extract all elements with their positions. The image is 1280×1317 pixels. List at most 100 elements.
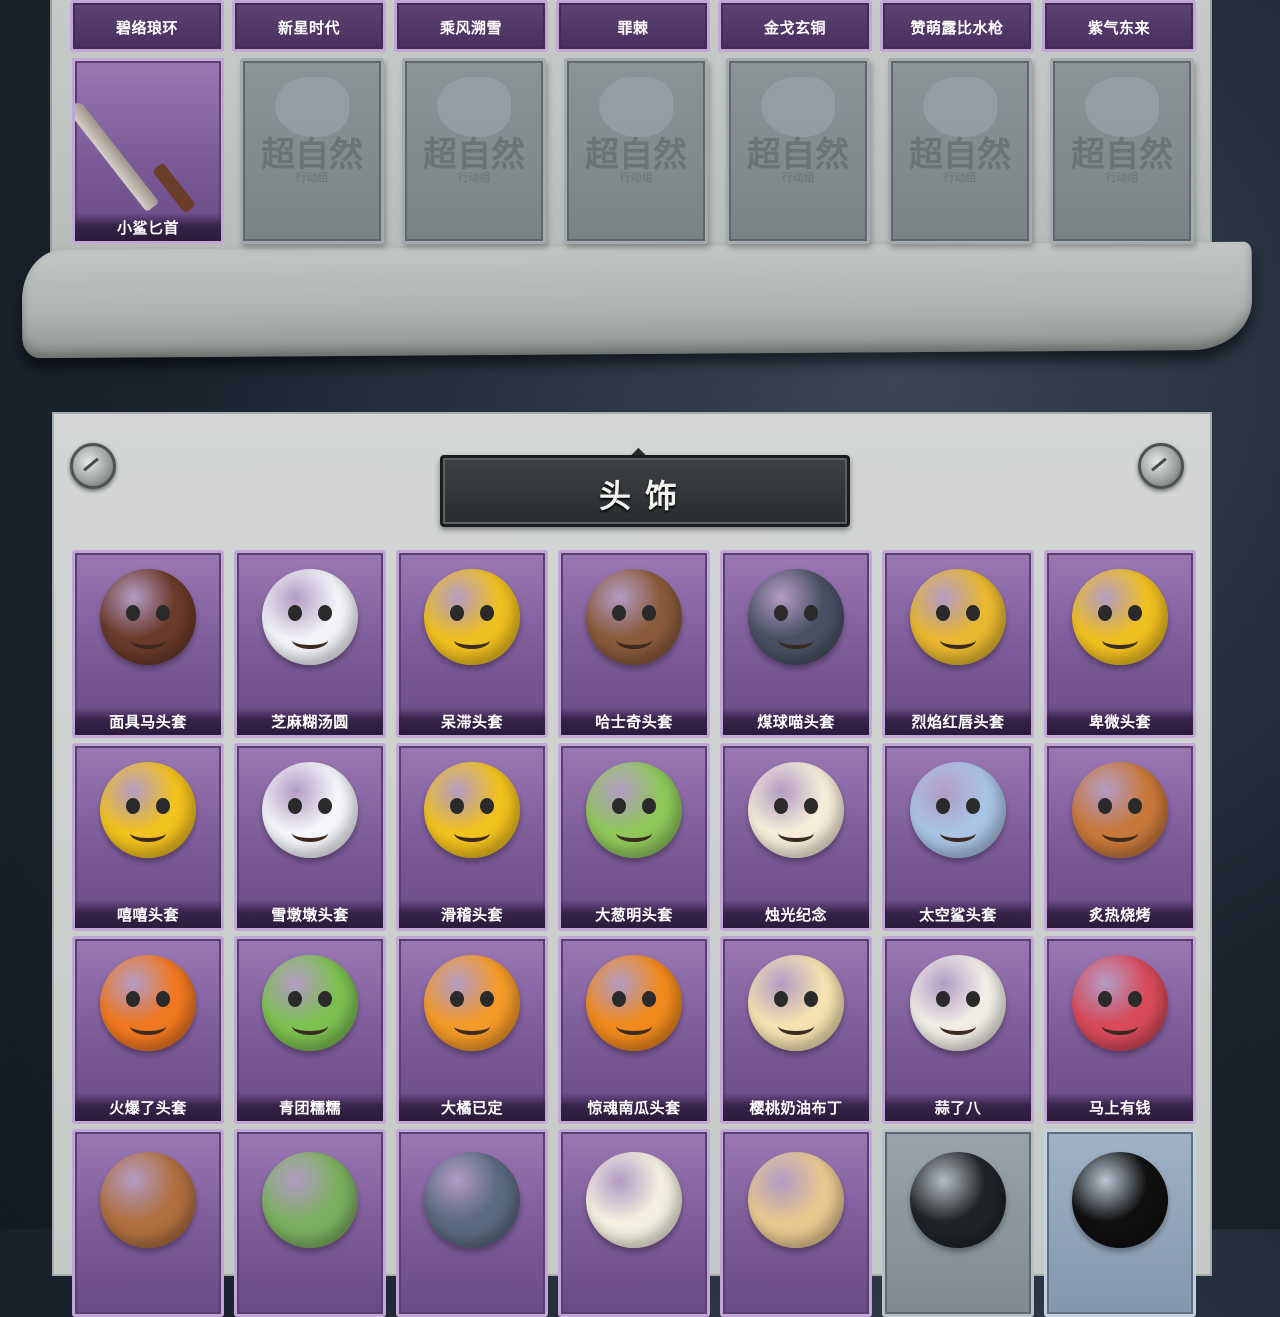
eye-left-icon xyxy=(774,991,788,1007)
headwear-card[interactable]: 马上有钱 xyxy=(1044,936,1196,1124)
locked-slot: 超自然 行动组 xyxy=(726,58,870,244)
headwear-name: 呆滞头套 xyxy=(399,707,545,735)
grin-emoji-icon xyxy=(100,762,196,858)
skull-crown-icon xyxy=(586,1152,682,1248)
eye-right-icon xyxy=(1128,991,1142,1007)
leek-icon xyxy=(586,762,682,858)
weapon-card[interactable]: 新星时代 xyxy=(232,0,386,52)
locked-slot: 超自然 行动组 xyxy=(1050,58,1194,244)
eye-left-icon xyxy=(612,991,626,1007)
headwear-card[interactable]: 樱桃奶油布丁 xyxy=(720,936,872,1124)
headwear-card[interactable]: 太空鲨头套 xyxy=(882,743,1034,931)
eye-right-icon xyxy=(156,605,170,621)
dagger-handle-icon xyxy=(151,162,197,214)
weapon-name: 碧络琅环 xyxy=(73,3,221,49)
headwear-card[interactable]: 蒜了八 xyxy=(882,936,1034,1124)
mouth-icon xyxy=(1102,1017,1138,1035)
headwear-card[interactable]: 大葱明头套 xyxy=(558,743,710,931)
snowman-icon xyxy=(262,762,358,858)
headwear-card[interactable]: 炙热烧烤 xyxy=(1044,743,1196,931)
headwear-card[interactable] xyxy=(234,1129,386,1317)
mouth-icon xyxy=(130,631,166,649)
mouth-icon xyxy=(940,1017,976,1035)
section-title-plate: 头饰 xyxy=(440,455,850,527)
weapon-card-featured[interactable]: 小鲨匕首 xyxy=(72,58,224,244)
weapon-card[interactable]: 金戈玄铜 xyxy=(718,0,872,52)
headwear-card[interactable] xyxy=(396,1129,548,1317)
eye-left-icon xyxy=(774,605,788,621)
watermark-sub: 行动组 xyxy=(619,171,653,184)
mouth-icon xyxy=(616,631,652,649)
watermark-sub: 行动组 xyxy=(295,171,329,184)
mouth-icon xyxy=(616,824,652,842)
headwear-name: 面具马头套 xyxy=(75,707,221,735)
red-horse-icon xyxy=(1072,955,1168,1051)
rice-ball-icon xyxy=(262,569,358,665)
headwear-card[interactable] xyxy=(882,1129,1034,1317)
husky-icon xyxy=(586,569,682,665)
headwear-card[interactable]: 烛光纪念 xyxy=(720,743,872,931)
pumpkin-icon xyxy=(586,955,682,1051)
eye-right-icon xyxy=(156,798,170,814)
headwear-card[interactable]: 卑微头套 xyxy=(1044,550,1196,738)
headwear-card[interactable] xyxy=(1044,1129,1196,1317)
weapon-name: 新星时代 xyxy=(235,3,383,49)
headwear-card[interactable]: 雪墩墩头套 xyxy=(234,743,386,931)
weapon-name: 罪棘 xyxy=(559,3,707,49)
headwear-name: 蒜了八 xyxy=(885,1093,1031,1121)
section-title: 头饰 xyxy=(598,478,691,514)
humble-emoji-icon xyxy=(1072,569,1168,665)
eye-right-icon xyxy=(804,798,818,814)
garlic-icon xyxy=(910,955,1006,1051)
weapon-name: 赞萌露比水枪 xyxy=(883,3,1031,49)
headwear-name: 马上有钱 xyxy=(1047,1093,1193,1121)
eye-left-icon xyxy=(450,798,464,814)
headwear-card[interactable]: 烈焰红唇头套 xyxy=(882,550,1034,738)
weapon-card[interactable]: 紫气东来 xyxy=(1042,0,1196,52)
headwear-name: 嘻嘻头套 xyxy=(75,900,221,928)
weapon-card[interactable]: 罪棘 xyxy=(556,0,710,52)
eye-left-icon xyxy=(936,798,950,814)
eye-right-icon xyxy=(966,991,980,1007)
eye-right-icon xyxy=(642,605,656,621)
headwear-name: 芝麻糊汤圆 xyxy=(237,707,383,735)
headwear-card[interactable] xyxy=(558,1129,710,1317)
watermark-sub: 行动组 xyxy=(457,171,491,184)
headwear-name: 哈士奇头套 xyxy=(561,707,707,735)
headwear-name: 雪墩墩头套 xyxy=(237,900,383,928)
headwear-card[interactable]: 煤球喵头套 xyxy=(720,550,872,738)
headwear-card[interactable]: 嘻嘻头套 xyxy=(72,743,224,931)
weapon-card[interactable]: 碧络琅环 xyxy=(70,0,224,52)
eye-right-icon xyxy=(1128,605,1142,621)
qingtuan-icon xyxy=(262,955,358,1051)
eye-left-icon xyxy=(126,798,140,814)
locked-slot: 超自然 行动组 xyxy=(564,58,708,244)
mouth-icon xyxy=(292,824,328,842)
headwear-card[interactable]: 芝麻糊汤圆 xyxy=(234,550,386,738)
headwear-card[interactable]: 面具马头套 xyxy=(72,550,224,738)
headwear-name: 惊魂南瓜头套 xyxy=(561,1093,707,1121)
watermark-sub: 行动组 xyxy=(1105,171,1139,184)
scroll-bottom-edge xyxy=(21,241,1253,359)
headwear-card[interactable] xyxy=(72,1129,224,1317)
headwear-card[interactable] xyxy=(720,1129,872,1317)
eye-left-icon xyxy=(450,605,464,621)
mouth-icon xyxy=(1102,824,1138,842)
headwear-card[interactable]: 惊魂南瓜头套 xyxy=(558,936,710,1124)
headwear-card[interactable]: 哈士奇头套 xyxy=(558,550,710,738)
headwear-card[interactable]: 呆滞头套 xyxy=(396,550,548,738)
eye-left-icon xyxy=(936,605,950,621)
headwear-card[interactable]: 火爆了头套 xyxy=(72,936,224,1124)
headwear-card[interactable]: 大橘已定 xyxy=(396,936,548,1124)
mouth-icon xyxy=(1102,631,1138,649)
headwear-card[interactable]: 青团糯糯 xyxy=(234,936,386,1124)
weapon-name: 小鲨匕首 xyxy=(75,213,221,241)
eye-left-icon xyxy=(288,991,302,1007)
weapon-card[interactable]: 赞萌露比水枪 xyxy=(880,0,1034,52)
frog-icon xyxy=(262,1152,358,1248)
bbq-icon xyxy=(1072,762,1168,858)
locked-slot: 超自然 行动组 xyxy=(888,58,1032,244)
headwear-card[interactable]: 滑稽头套 xyxy=(396,743,548,931)
weapon-card[interactable]: 乘风溯雪 xyxy=(394,0,548,52)
eye-left-icon xyxy=(612,605,626,621)
